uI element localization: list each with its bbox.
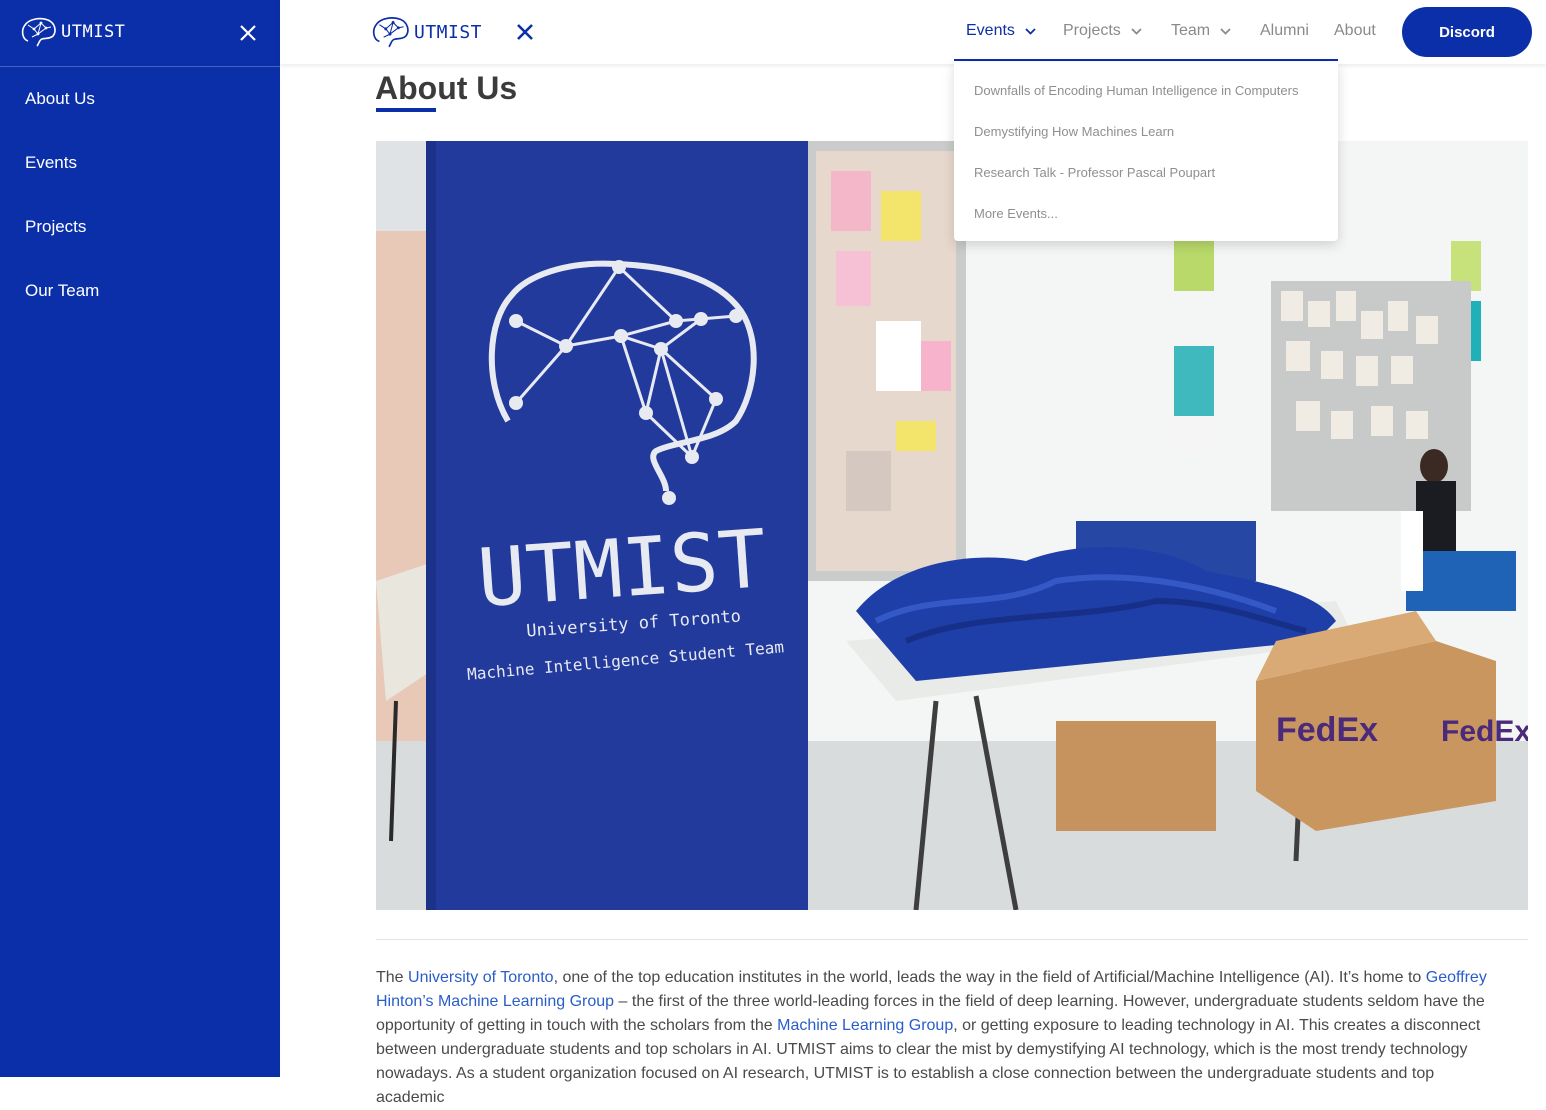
drawer-nav: About Us Events Projects Our Team [0,67,280,323]
nav-alumni-label: Alumni [1260,22,1309,39]
nav-about-label: About [1334,22,1376,39]
drawer-item-about-us[interactable]: About Us [0,67,280,131]
nav-events-label: Events [966,22,1015,39]
brain-logo-icon [21,17,56,47]
content-divider [376,939,1528,940]
box-logo-text: FedEx [1276,711,1378,749]
drawer-header: UTMIST [0,0,280,67]
dropdown-item-event[interactable]: Demystifying How Machines Learn [974,124,1174,139]
drawer-logo[interactable]: UTMIST [20,15,125,49]
events-dropdown: Downfalls of Encoding Human Intelligence… [954,62,1338,241]
header-brand-text: UTMIST [414,21,483,43]
nav-events[interactable]: Events [966,22,1036,40]
ml-group-link[interactable]: Machine Learning Group [777,1017,953,1034]
page-title: About Us [375,70,518,106]
paragraph-text: The [376,969,409,986]
chevron-down-icon [1131,27,1142,35]
drawer-item-projects[interactable]: Projects [0,195,280,259]
university-of-toronto-link[interactable]: University of Toronto [408,969,554,986]
brain-logo-icon [372,17,409,48]
drawer-close-icon[interactable] [237,22,259,44]
hero-photo-illustration: FedEx FedEx UTMIST University of Toronto… [376,141,1528,910]
box-logo-text: FedEx [1441,715,1528,748]
nav-alumni[interactable]: Alumni [1260,22,1309,40]
hero-photo: FedEx FedEx UTMIST University of Toronto… [376,141,1528,910]
drawer-item-events[interactable]: Events [0,131,280,195]
about-paragraph: The University of Toronto, one of the to… [376,966,1501,1110]
nav-team-label: Team [1171,22,1211,39]
nav-projects-label: Projects [1063,22,1121,39]
drawer-item-our-team[interactable]: Our Team [0,259,280,323]
chevron-down-icon [1025,27,1036,35]
side-drawer: UTMIST About Us Events Projects Our Team [0,0,280,1077]
discord-button[interactable]: Discord [1402,7,1532,57]
header-logo[interactable]: UTMIST [371,14,482,50]
menu-close-icon[interactable] [516,23,534,41]
nav-projects[interactable]: Projects [1063,22,1142,40]
nav-team[interactable]: Team [1171,22,1231,40]
dropdown-item-more-events[interactable]: More Events... [974,206,1058,221]
dropdown-item-event[interactable]: Research Talk - Professor Pascal Poupart [974,165,1215,180]
dropdown-item-event[interactable]: Downfalls of Encoding Human Intelligence… [974,83,1298,98]
title-underline [376,108,436,112]
top-navbar: UTMIST Events Projects Team Alumni About… [280,0,1546,64]
drawer-brand-text: UTMIST [61,22,126,42]
paragraph-text: , one of the top education institutes in… [553,969,1426,986]
chevron-down-icon [1220,27,1231,35]
nav-about[interactable]: About [1334,22,1376,40]
active-nav-underline [954,59,1338,61]
